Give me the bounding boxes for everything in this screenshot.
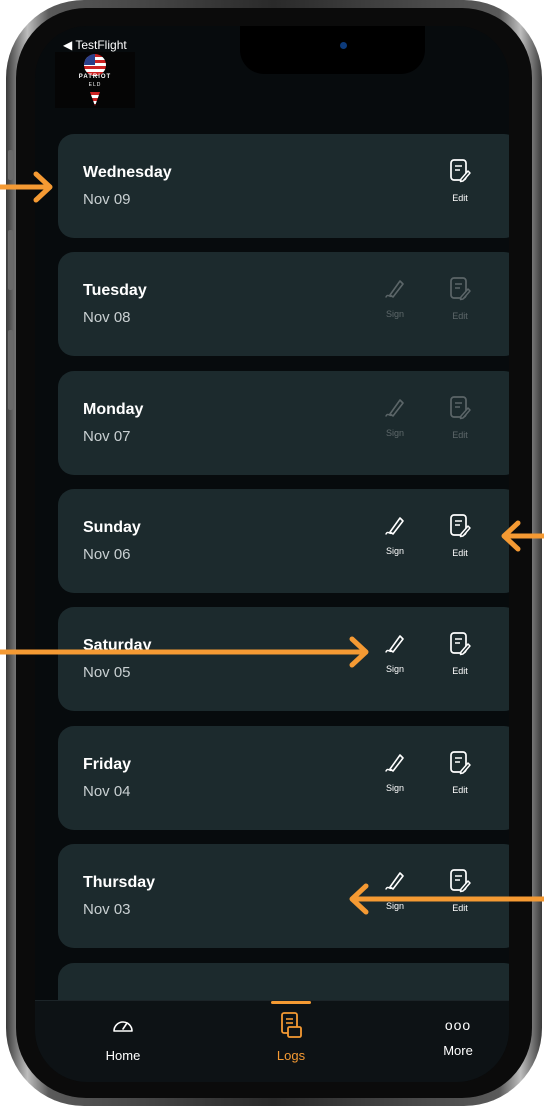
sign-button[interactable]: Sign [375,513,415,556]
edit-label: Edit [452,311,468,322]
edit-button[interactable]: Edit [440,513,480,558]
active-tab-indicator [271,1001,311,1004]
bottom-tab-bar: Home Logs ooo More [35,1000,509,1082]
log-date: Nov 05 [83,664,131,682]
mute-switch [8,150,13,180]
log-day: Tuesday [83,282,147,300]
log-day: Monday [83,400,144,418]
pen-signature-icon [385,517,404,535]
edit-button[interactable]: Edit [440,750,480,795]
log-card-friday[interactable]: Friday Nov 04 Sign Edit [58,725,509,830]
sign-label: Sign [385,309,404,320]
sign-label: Sign [385,427,404,438]
log-date: Nov 07 [83,427,131,445]
edit-button[interactable]: Edit [440,158,480,203]
log-date: Nov 06 [83,545,131,563]
edit-label: Edit [452,784,468,795]
edit-document-icon [450,277,471,301]
edit-button[interactable]: Edit [440,868,480,913]
sign-button[interactable]: Sign [375,276,415,319]
log-day: Friday [83,755,132,773]
log-day: Saturday [83,637,152,655]
log-card-partial[interactable] [58,963,509,1003]
log-card-sunday[interactable]: Sunday Nov 06 Sign Edit [58,488,509,593]
tab-logs-label: Logs [276,1048,306,1063]
sign-button[interactable]: Sign [375,750,415,793]
log-date: Nov 08 [83,309,131,327]
sign-button[interactable]: Sign [375,631,415,674]
log-card-thursday[interactable]: Thursday Nov 03 Sign Edit [58,843,509,948]
log-date: Nov 03 [83,900,131,918]
pen-signature-icon [385,753,404,772]
log-card-wednesday[interactable]: Wednesday Nov 09 Edit [58,134,509,238]
tab-logs[interactable]: Logs [246,1011,336,1063]
edit-document-icon [450,514,471,538]
pen-signature-icon [385,635,404,653]
tab-more[interactable]: ooo More [413,1015,503,1058]
log-day: Thursday [83,873,156,891]
edit-document-icon [450,868,471,893]
log-date: Nov 09 [83,191,131,208]
sign-button[interactable]: Sign [375,868,415,911]
app-screen: ◀ TestFlight PATRIOT ELD Wednesday Nov 09… [35,26,509,1082]
log-day: Sunday [83,518,141,536]
volume-down-button [8,330,13,410]
logs-list[interactable]: Wednesday Nov 09 Edit Tuesday Nov 08 Sign Edit… [35,26,509,1006]
sign-label: Sign [385,664,404,675]
edit-button[interactable]: Edit [440,395,480,440]
pen-signature-icon [385,871,404,890]
sign-button[interactable]: Sign [375,395,415,438]
edit-button[interactable]: Edit [440,631,480,676]
sign-label: Sign [385,900,404,911]
log-day: Wednesday [83,164,172,181]
pen-signature-icon [385,280,404,299]
log-date: Nov 04 [83,782,131,800]
edit-document-icon [450,632,471,656]
log-card-tuesday[interactable]: Tuesday Nov 08 Sign Edit [58,252,509,357]
edit-label: Edit [452,666,468,677]
logbook-icon [281,1012,302,1038]
log-card-saturday[interactable]: Saturday Nov 05 Sign Edit [58,607,509,712]
more-dots-icon: ooo [444,1017,472,1033]
edit-label: Edit [452,547,468,558]
log-card-monday[interactable]: Monday Nov 07 Sign Edit [58,370,509,475]
edit-document-icon [450,159,471,183]
edit-document-icon [450,395,471,419]
tab-home-label: Home [105,1048,141,1063]
sign-label: Sign [385,545,404,556]
volume-up-button [8,230,13,290]
speedometer-icon [113,1021,133,1032]
edit-button[interactable]: Edit [440,276,480,321]
pen-signature-icon [385,398,404,417]
edit-label: Edit [452,902,468,913]
edit-label: Edit [452,193,468,203]
sign-label: Sign [385,782,404,793]
tab-more-label: More [443,1043,473,1058]
edit-label: Edit [452,429,468,440]
tab-home[interactable]: Home [78,1015,168,1063]
edit-document-icon [450,750,471,774]
